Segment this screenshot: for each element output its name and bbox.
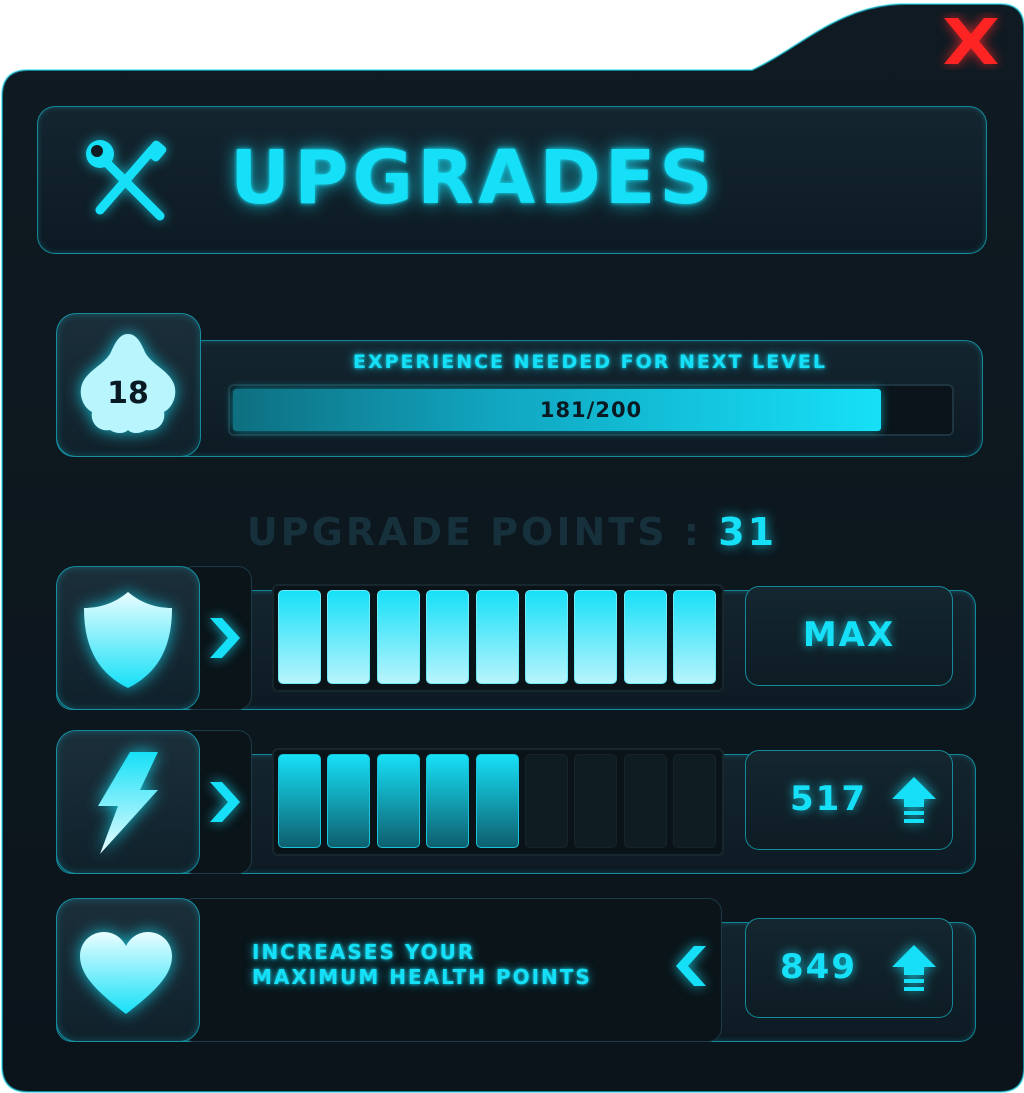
level-segment-filled [574, 590, 618, 684]
upgrade-arrow-icon [890, 943, 938, 993]
chevron-right-icon[interactable] [206, 616, 242, 660]
xp-label: EXPERIENCE NEEDED FOR NEXT LEVEL [352, 351, 827, 373]
level-segment-filled [623, 590, 667, 684]
level-segment-empty [623, 754, 667, 848]
level-segment-filled [376, 754, 420, 848]
close-button[interactable] [936, 12, 1006, 70]
upgrade-points: UPGRADE POINTS : 31 [0, 510, 1024, 554]
level-segment-filled [525, 590, 568, 684]
level-segment-filled [327, 590, 371, 684]
xp-progress-bar: 181/200 [228, 384, 954, 436]
level-segment-filled [327, 754, 371, 848]
heart-icon [78, 930, 174, 1016]
level-segment-filled [475, 754, 519, 848]
level-segment-filled [673, 590, 717, 684]
chevron-right-icon[interactable] [206, 780, 242, 824]
max-button-label: MAX [802, 615, 896, 655]
chevron-left-icon[interactable] [674, 944, 710, 988]
level-segment-filled [278, 754, 321, 848]
level-segment-filled [426, 754, 470, 848]
health-upgrade-cost: 849 [780, 947, 857, 987]
level-segment-filled [475, 590, 519, 684]
tools-wrench-screwdriver-icon [86, 140, 172, 224]
level-value: 18 [107, 376, 149, 411]
level-segment-filled [376, 590, 420, 684]
lightning-bolt-icon [92, 750, 162, 856]
health-description: INCREASES YOUR MAXIMUM HEALTH POINTS [252, 940, 592, 990]
health-upgrade-button[interactable]: 849 [745, 918, 953, 1018]
level-segment-filled [426, 590, 470, 684]
health-description-line1: INCREASES YOUR [252, 940, 476, 964]
level-segment-filled [278, 590, 321, 684]
health-description-line2: MAXIMUM HEALTH POINTS [252, 965, 592, 989]
upgrade-points-label: UPGRADE POINTS : [246, 510, 702, 554]
upgrade-arrow-icon [890, 775, 938, 825]
xp-progress-text: 181/200 [539, 398, 643, 422]
level-segment-empty [525, 754, 568, 848]
energy-level-bar [272, 748, 724, 856]
level-segment-empty [574, 754, 618, 848]
level-segment-empty [673, 754, 717, 848]
page-title: UPGRADES [230, 135, 717, 221]
shield-level-bar [272, 584, 724, 692]
energy-upgrade-button[interactable]: 517 [745, 750, 953, 850]
energy-upgrade-cost: 517 [790, 779, 867, 819]
close-x-icon [944, 18, 998, 64]
shield-icon [82, 590, 174, 690]
max-button[interactable]: MAX [745, 586, 953, 686]
upgrade-points-value: 31 [718, 510, 778, 554]
